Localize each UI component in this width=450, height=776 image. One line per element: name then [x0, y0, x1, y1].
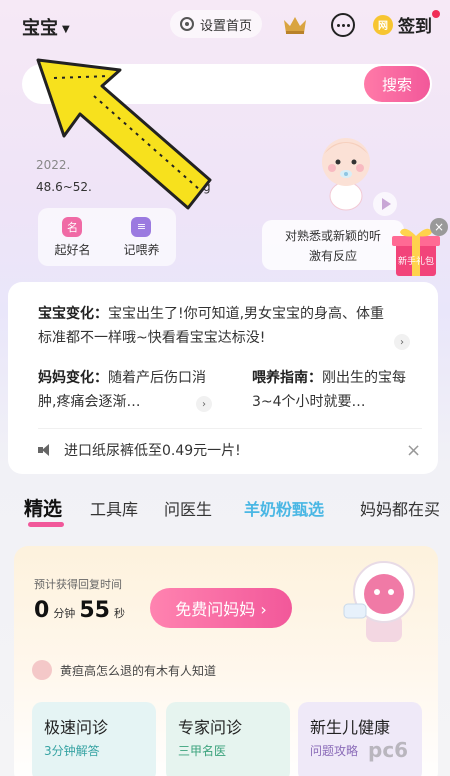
name-icon: 名 [62, 216, 83, 237]
service-title: 新生儿健康 [310, 718, 391, 737]
astronaut-mascot [343, 561, 415, 642]
bottle-icon: ≡ [131, 216, 152, 237]
tool-feeding-log[interactable]: ≡ 记喂养 [123, 216, 160, 258]
gear-icon [180, 17, 194, 31]
service-title: 极速问诊 [44, 718, 109, 737]
minutes-unit: 分钟 [53, 607, 76, 620]
top-bar: 宝宝 ▼ 设置首页 网 签到 [0, 8, 450, 44]
chevron-right-icon[interactable]: › [196, 396, 212, 412]
avatar [32, 660, 52, 680]
set-home-label: 设置首页 [200, 18, 253, 34]
promo-notice-text: 进口纸尿裤低至0.49元一片! [64, 443, 241, 459]
caret-down-icon: ▼ [62, 23, 70, 35]
fast-consult-card[interactable]: 极速问诊 3分钟解答 [32, 702, 156, 776]
question-item[interactable]: 黄疸高怎么退的有木有人知道 [32, 656, 216, 684]
tip-line-2: 激有反应 [308, 249, 357, 263]
tab-ask-doctor[interactable]: 问医生 [164, 496, 212, 520]
baby-change-title: 宝宝变化： [38, 306, 108, 322]
tab-goat-milk[interactable]: 羊奶粉甄选 [244, 496, 324, 520]
signin-label: 签到 [398, 17, 432, 37]
watermark: pc6 [368, 738, 409, 762]
news-card: 宝宝变化：宝宝出生了!你可知道,男女宝宝的身高、体重标准都不一样哦~快看看宝宝达… [8, 282, 438, 474]
play-button[interactable] [373, 192, 397, 216]
crown-icon[interactable] [282, 14, 308, 36]
close-icon[interactable]: × [406, 440, 421, 461]
service-subtitle: 3分钟解答 [44, 744, 100, 758]
service-title: 专家问诊 [178, 718, 243, 737]
notification-dot [432, 10, 440, 18]
tip-line-1: 对熟悉或新颖的听 [284, 229, 381, 243]
quick-tools: 名 起好名 ≡ 记喂养 [38, 208, 176, 266]
question-text: 黄疸高怎么退的有木有人知道 [60, 663, 217, 678]
signin-button[interactable]: 网 签到 [373, 12, 432, 37]
baby-selector-label: 宝宝 [22, 18, 58, 39]
set-home-button[interactable]: 设置首页 [170, 10, 263, 38]
gift-label: 新手礼包 [398, 255, 434, 267]
baby-illustration [322, 138, 370, 211]
tab-tools[interactable]: 工具库 [90, 496, 138, 520]
coin-icon: 网 [373, 14, 393, 35]
divider [38, 428, 422, 429]
development-tip[interactable]: 对熟悉或新颖的听 激有反应 [262, 220, 404, 270]
feeding-guide-item[interactable]: 喂养指南：刚出生的宝每3~4个小时就要… [252, 366, 420, 414]
arrow-icon [36, 58, 212, 210]
expert-consult-card[interactable]: 专家问诊 三甲名医 [166, 702, 290, 776]
seconds-unit: 秒 [113, 607, 125, 620]
minutes-value: 0 [34, 598, 50, 623]
tool-label: 起好名 [54, 242, 91, 257]
speaker-icon [38, 444, 52, 456]
tool-label: 记喂养 [123, 242, 160, 257]
seconds-value: 55 [79, 598, 110, 623]
tab-moms-buying[interactable]: 妈妈都在买 [360, 496, 440, 520]
mom-change-title: 妈妈变化： [38, 370, 108, 386]
search-button[interactable]: 搜索 [364, 66, 430, 102]
tab-indicator [28, 522, 64, 527]
promo-notice[interactable]: 进口纸尿裤低至0.49元一片! [38, 440, 241, 460]
feeding-guide-title: 喂养指南： [252, 370, 322, 386]
mom-change-item[interactable]: 妈妈变化：随着产后伤口消肿,疼痛会逐渐… [38, 366, 206, 414]
chevron-right-icon[interactable]: › [394, 334, 410, 350]
ask-moms-button[interactable]: 免费问妈妈 › [150, 588, 292, 628]
reply-time: 0 分钟 55 秒 [34, 598, 125, 623]
close-icon[interactable]: × [430, 218, 448, 236]
tool-name-baby[interactable]: 名 起好名 [54, 216, 91, 258]
baby-selector[interactable]: 宝宝 ▼ [22, 14, 70, 40]
reply-time-label: 预计获得回复时间 [34, 578, 122, 591]
baby-change-item[interactable]: 宝宝变化：宝宝出生了!你可知道,男女宝宝的身高、体重标准都不一样哦~快看看宝宝达… [38, 302, 398, 350]
tab-featured[interactable]: 精选 [24, 494, 62, 521]
message-icon[interactable] [331, 13, 355, 37]
service-subtitle: 三甲名医 [178, 744, 227, 758]
content-tabs: 精选 工具库 问医生 羊奶粉甄选 妈妈都在买 [0, 490, 450, 530]
